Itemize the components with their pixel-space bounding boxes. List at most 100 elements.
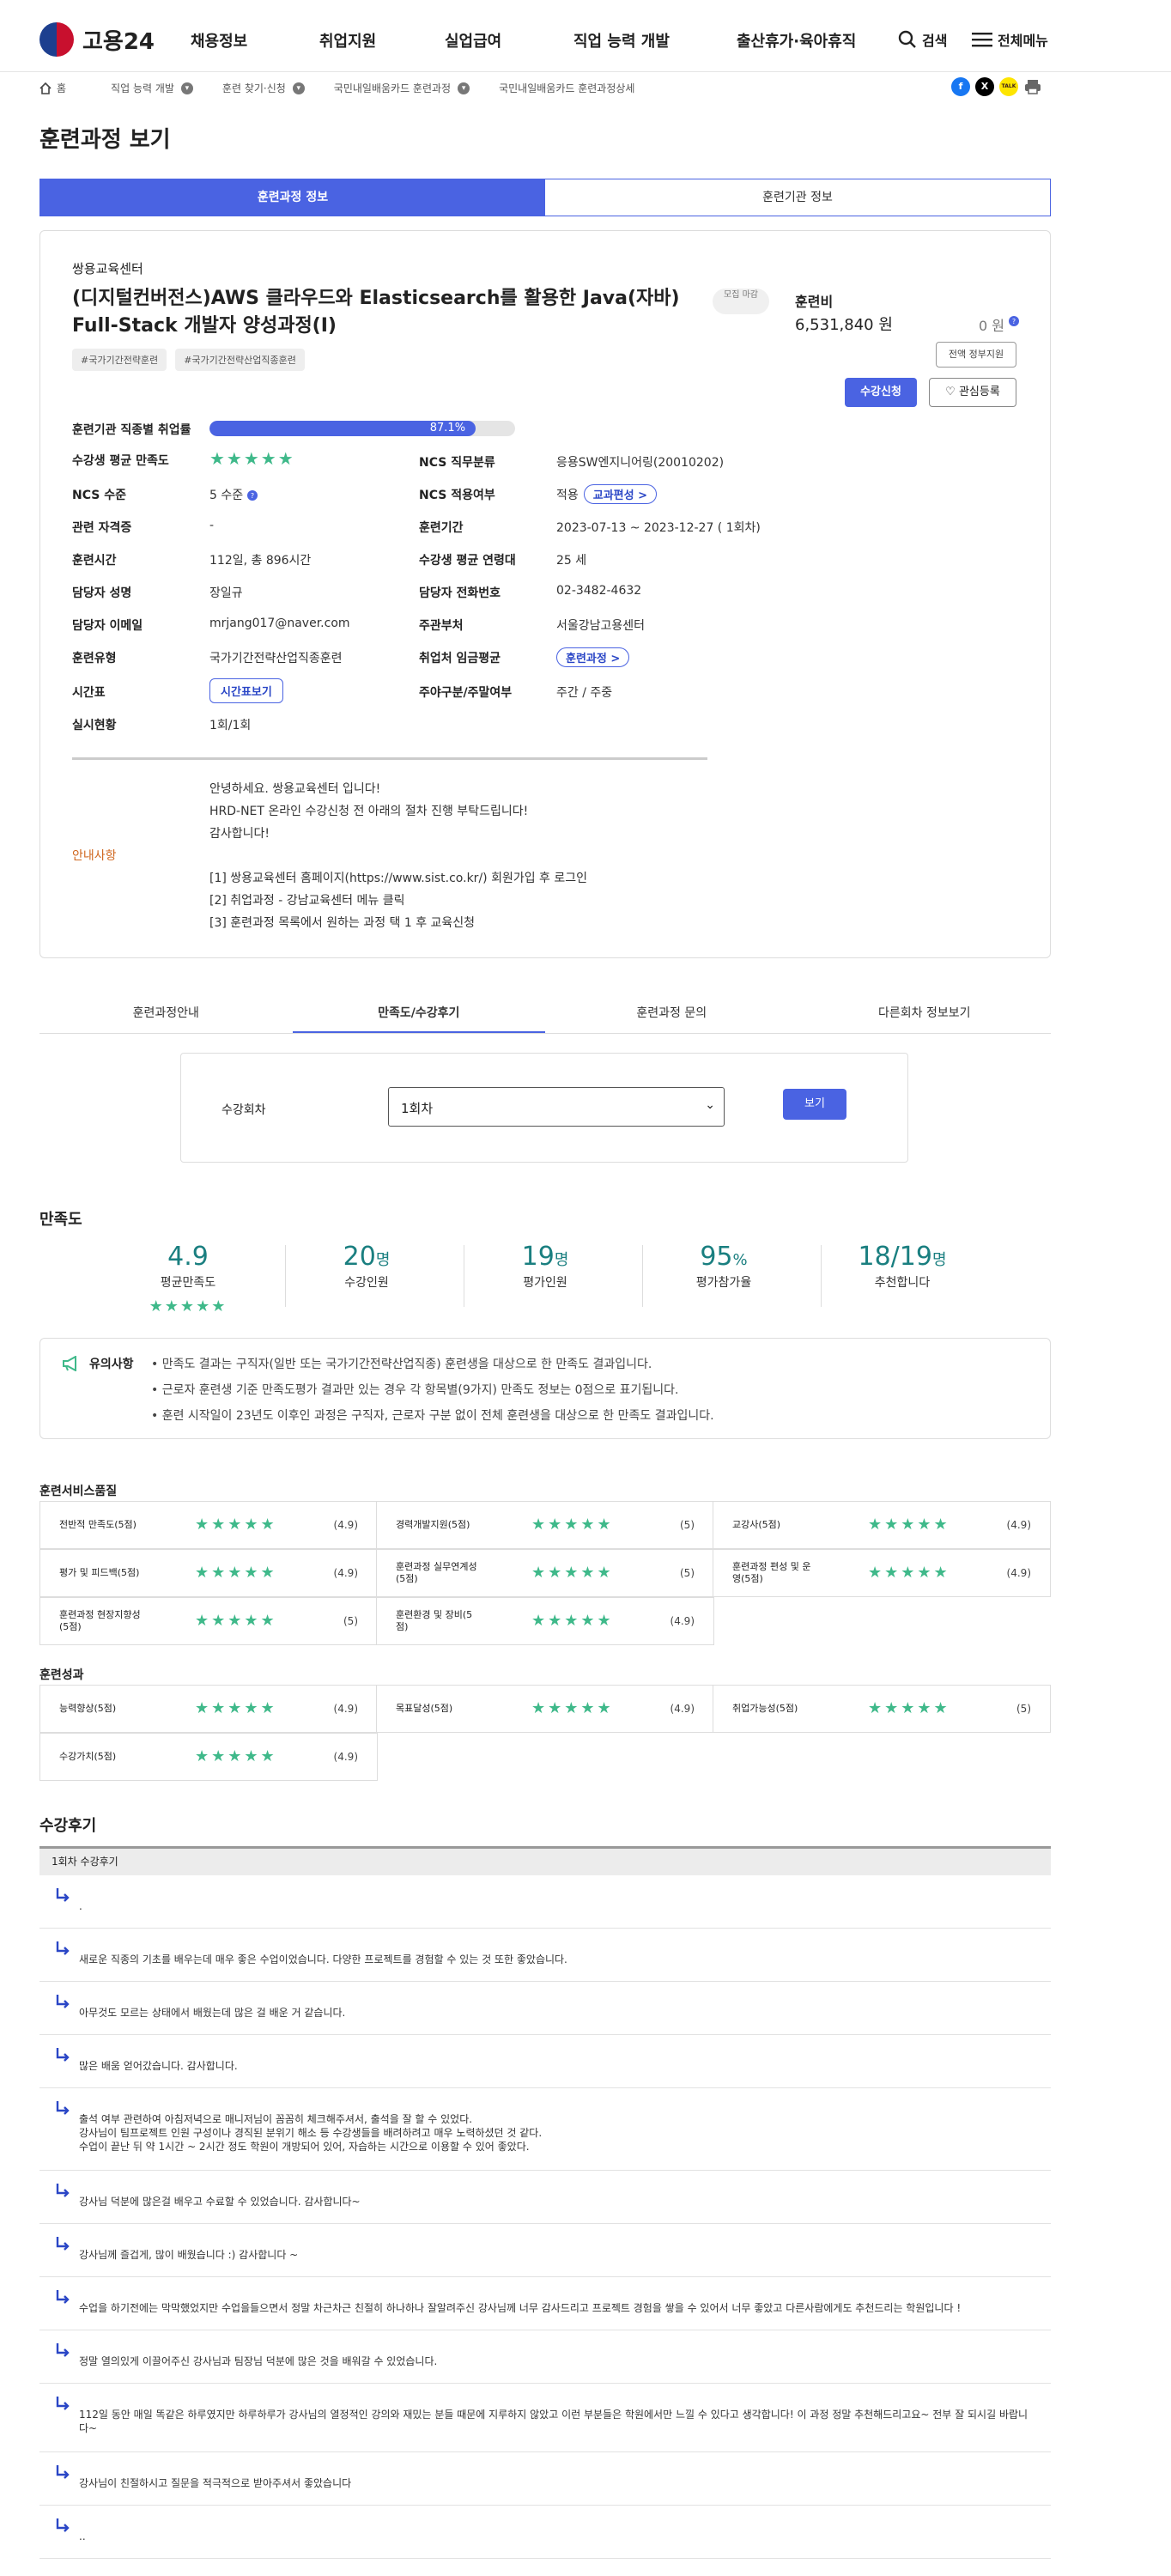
rating-cell: 경력개발지원(5점) ★★★★★ (5) [376,1501,714,1549]
section-divider [72,757,707,760]
hours-value: 112일, 총 896시간 [209,554,312,568]
wage-course-button[interactable]: 훈련과정 > [556,647,630,667]
info-icon[interactable]: ? [246,490,258,501]
rating-stars: ★★★★★ [531,1564,614,1582]
timetable-button[interactable]: 시간표보기 [209,678,283,703]
rating-cell: 능력향상(5점) ★★★★★ (4.9) [39,1685,378,1733]
stat-number: 4.9 [167,1242,209,1272]
notice-line: 감사합니다! [209,827,270,841]
review-text: 많은 배움 얻어갔습니다. 감사합니다. [79,2060,238,2072]
review-text: 강사님 덕분에 많은걸 배우고 수료할 수 있었습니다. 감사합니다~ [79,2196,361,2208]
chevron-down-icon[interactable]: ▾ [458,82,470,94]
apply-button[interactable]: 수강신청 [845,378,917,407]
curriculum-button[interactable]: 교과편성 > [583,484,658,504]
search-button[interactable]: 검색 [898,29,947,50]
rating-stars: ★★★★★ [868,1699,950,1717]
rating-stars: ★★★★★ [531,1516,614,1534]
menu-job-info[interactable]: 채용정보 [191,29,247,52]
review-item: 정말 열의있게 이끌어주신 강사님과 팀장님 덕분에 많은 것을 배워갈 수 있… [39,2330,1051,2384]
period-label: 훈련기간 [419,521,464,535]
chevron-down-icon[interactable]: ▾ [180,82,193,94]
course-tag[interactable]: #국가기간전략훈련 [72,349,167,371]
tab-course-inquiry[interactable]: 훈련과정 문의 [545,996,798,1033]
review-item: 수업을 하기전에는 막막했었지만 수업을들으면서 정말 차근차근 친절히 하나하… [39,2277,1051,2330]
review-item: 112일 동안 매일 똑같은 하루였지만 하루하루가 강사님의 열정적인 강의와… [39,2384,1051,2452]
tab-course-guide[interactable]: 훈련과정안내 [39,996,293,1033]
employment-rate-label: 훈련기관 직종별 취업률 [72,423,191,437]
outcomes-title: 훈련성과 [39,1668,84,1682]
stat-number: 20 [343,1242,376,1272]
review-item: . [39,1875,1051,1929]
rating-score: (4.9) [333,1567,358,1579]
course-tag[interactable]: #국가기간전략산업직종훈련 [175,349,305,371]
round-select[interactable]: 1회차 ⌄ [388,1087,725,1127]
wage-label: 취업처 임금평균 [419,652,501,665]
recruit-status-badge: 모집 마감 [713,289,769,314]
all-menu-button[interactable]: 전체메뉴 [972,29,1048,50]
view-button[interactable]: 보기 [783,1089,846,1120]
breadcrumb-card-courses[interactable]: 국민내일배움카드 훈련과정 [334,81,451,95]
satisfaction-label: 수강생 평균 만족도 [72,454,169,468]
breadcrumb-home[interactable]: 홈 [57,81,66,95]
tab-satisfaction-reviews[interactable]: 만족도/수강후기 [292,996,545,1033]
facebook-icon[interactable]: f [951,77,970,96]
rating-cell: 훈련과정 현장지향성(5점) ★★★★★ (5) [39,1597,378,1645]
ncs-level-value: 5 수준 ? [209,486,258,503]
rating-score: (4.9) [1006,1519,1031,1531]
reply-arrow-icon [56,1941,70,1955]
course-tabs: 훈련과정 정보 훈련기관 정보 [39,179,1051,216]
review-text: 수업을 하기전에는 막막했었지만 수업을들으면서 정말 차근차근 친절히 하나하… [79,2302,962,2314]
rating-cell: 훈련과정 실무연계성(5점) ★★★★★ (5) [376,1549,714,1597]
menu-job-training[interactable]: 직업 능력 개발 [573,29,670,52]
rating-score: (4.9) [333,1519,358,1531]
reply-arrow-icon [56,2343,70,2357]
weekday-label: 주야구분/주말여부 [419,686,513,700]
print-icon[interactable] [1023,77,1042,96]
rating-stars: ★★★★★ [195,1564,277,1582]
stat-label: 수강인원 [344,1276,389,1290]
full-support-badge: 전액 정부지원 [936,342,1016,368]
menu-unemployment-benefit[interactable]: 실업급여 [445,29,501,52]
tab-other-rounds[interactable]: 다른회차 정보보기 [798,996,1052,1033]
svg-text:?: ? [1012,318,1016,325]
stat-number: 18/19 [858,1242,932,1272]
reply-arrow-icon [56,2048,70,2062]
type-value: 국가기간전략산업직종훈련 [209,652,343,665]
menu-maternity-leave[interactable]: 출산휴가·육아휴직 [737,29,856,52]
rating-item-name: 평가 및 피드백(5점) [59,1567,140,1578]
rating-stars: ★★★★★ [531,1699,614,1717]
stat-average: 4.9 평균만족도 ★★★★★ [98,1242,278,1315]
phone-value: 02-3482-4632 [556,584,642,598]
info-icon[interactable]: ? [1009,315,1020,326]
chevron-down-icon[interactable]: ▾ [292,82,305,94]
tab-institution-info[interactable]: 훈련기관 정보 [545,179,1050,216]
fee-value: 6,531,840 원 [795,316,893,334]
stat-participation: 95% 평가참가율 [634,1242,814,1291]
reply-arrow-icon [56,2101,70,2115]
rating-cell: 훈련환경 및 장비(5점) ★★★★★ (4.9) [376,1597,714,1645]
stat-number: 95 [700,1242,733,1272]
rating-item-name: 훈련과정 편성 및 운영(5점) [732,1561,811,1584]
all-menu-label: 전체메뉴 [998,33,1048,49]
tab-course-info[interactable]: 훈련과정 정보 [40,179,545,216]
x-icon[interactable]: X [975,77,994,96]
reply-arrow-icon [56,2290,70,2304]
site-logo[interactable]: 고용24 [39,22,155,57]
service-quality-title: 훈련서비스품질 [39,1485,118,1498]
wage-value: 훈련과정 > [556,647,630,667]
weekday-value: 주간 / 주중 [556,686,613,700]
kakaotalk-icon[interactable]: TALK [999,77,1018,96]
reply-arrow-icon [56,2397,70,2410]
course-tags: #국가기간전략훈련 #국가기간전략산업직종훈련 [72,349,305,371]
notice-label: 안내사항 [72,849,117,863]
page-title: 훈련과정 보기 [39,127,171,153]
reply-arrow-icon [56,2237,70,2251]
reply-arrow-icon [56,2184,70,2197]
rating-item-name: 능력향상(5점) [59,1703,117,1714]
notice-line: [2] 취업과정 - 강남교육센터 메뉴 클릭 [209,894,405,908]
breadcrumb-job-training[interactable]: 직업 능력 개발 [111,81,174,95]
wishlist-button[interactable]: ♡ 관심등록 [929,378,1016,407]
breadcrumb-training-search[interactable]: 훈련 찾기·신청 [222,81,286,95]
menu-employment-support[interactable]: 취업지원 [319,29,376,52]
caution-title: 유의사항 [62,1355,134,1372]
